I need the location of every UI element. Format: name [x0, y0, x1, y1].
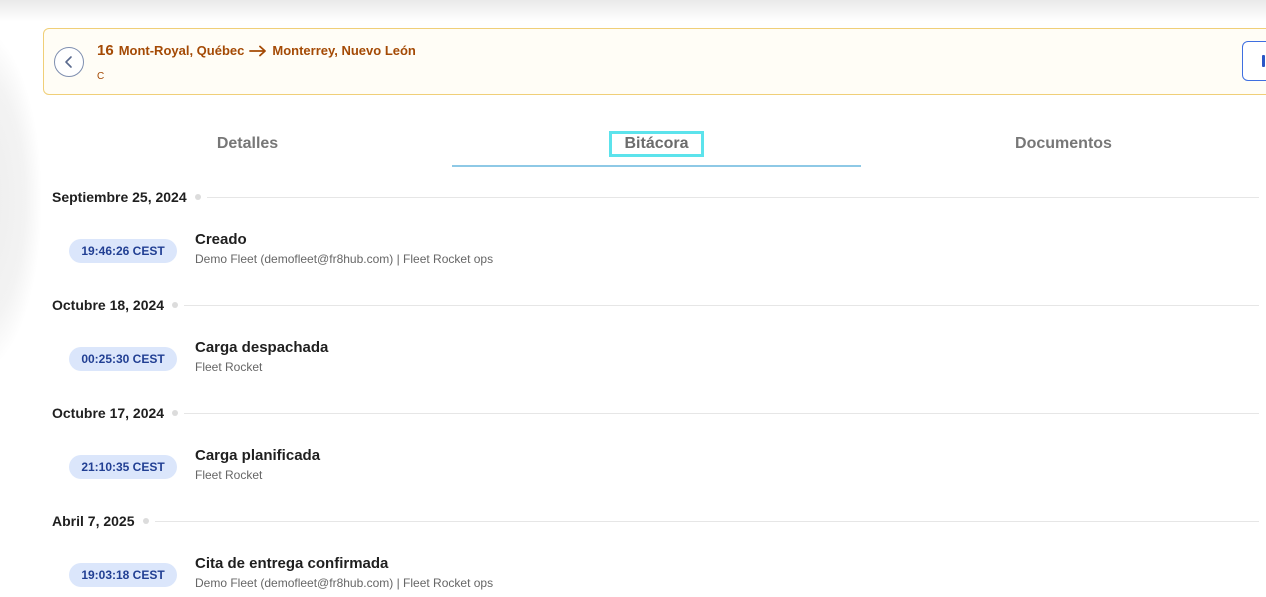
arrow-right-icon [249, 45, 267, 57]
time-badge: 19:46:26 CEST [69, 239, 177, 263]
log-entry: 19:03:18 CEST Cita de entrega confirmada… [69, 555, 1219, 595]
event-detail: Demo Fleet (demofleet@fr8hub.com) | Flee… [195, 576, 494, 590]
timeline-dot [172, 302, 179, 308]
time-badge: 21:10:35 CEST [69, 455, 177, 479]
route-subtitle: C [97, 71, 105, 82]
time-badge: 19:03:18 CEST [69, 563, 177, 587]
route-destination: Monterrey, Nuevo León [272, 43, 416, 58]
action-icon [1262, 55, 1265, 67]
load-header-card: 16 Mont-Royal, Québec Monterrey, Nuevo L… [43, 28, 1266, 95]
chevron-left-icon [65, 56, 72, 68]
timeline-dot [194, 194, 201, 200]
tab-documentos[interactable]: Documentos [861, 125, 1266, 167]
date-header: Octubre 18, 2024 [52, 295, 1259, 315]
date-header: Abril 7, 2025 [52, 511, 1259, 531]
timeline-dot [142, 518, 149, 524]
date-label: Septiembre 25, 2024 [52, 189, 187, 205]
time-badge: 00:25:30 CEST [69, 347, 177, 371]
divider [184, 304, 1259, 306]
header-action-button[interactable] [1242, 41, 1266, 81]
event-detail: Fleet Rocket [195, 468, 263, 482]
event-title: Cita de entrega confirmada [195, 555, 389, 572]
date-label: Abril 7, 2025 [52, 513, 135, 529]
date-header: Octubre 17, 2024 [52, 403, 1259, 423]
route-origin: Mont-Royal, Québec [118, 43, 245, 58]
tab-detalles[interactable]: Detalles [43, 125, 452, 167]
divider [184, 412, 1259, 414]
tab-bitacora[interactable]: Bitácora [452, 125, 861, 167]
event-detail: Demo Fleet (demofleet@fr8hub.com) | Flee… [195, 252, 494, 266]
divider [154, 520, 1259, 522]
timeline-dot [172, 410, 179, 416]
event-title: Creado [195, 231, 247, 248]
date-label: Octubre 18, 2024 [52, 297, 165, 313]
tab-bar: Detalles Bitácora Documentos [43, 125, 1266, 167]
route-title: 16 Mont-Royal, Québec Monterrey, Nuevo L… [97, 42, 416, 59]
event-title: Carga planificada [195, 447, 321, 464]
divider [206, 196, 1259, 198]
top-shadow [0, 0, 1266, 22]
log-entry: 21:10:35 CEST Carga planificada Fleet Ro… [69, 447, 1219, 487]
tab-label: Detalles [216, 135, 279, 152]
log-entry: 00:25:30 CEST Carga despachada Fleet Roc… [69, 339, 1219, 379]
event-title: Carga despachada [195, 339, 329, 356]
route-number: 16 [97, 42, 114, 59]
event-detail: Fleet Rocket [195, 360, 263, 374]
tab-label: Bitácora [609, 131, 704, 157]
date-label: Octubre 17, 2024 [52, 405, 165, 421]
date-header: Septiembre 25, 2024 [52, 187, 1259, 207]
back-button[interactable] [54, 47, 84, 77]
tab-label: Documentos [1015, 135, 1112, 152]
log-entry: 19:46:26 CEST Creado Demo Fleet (demofle… [69, 231, 1219, 271]
